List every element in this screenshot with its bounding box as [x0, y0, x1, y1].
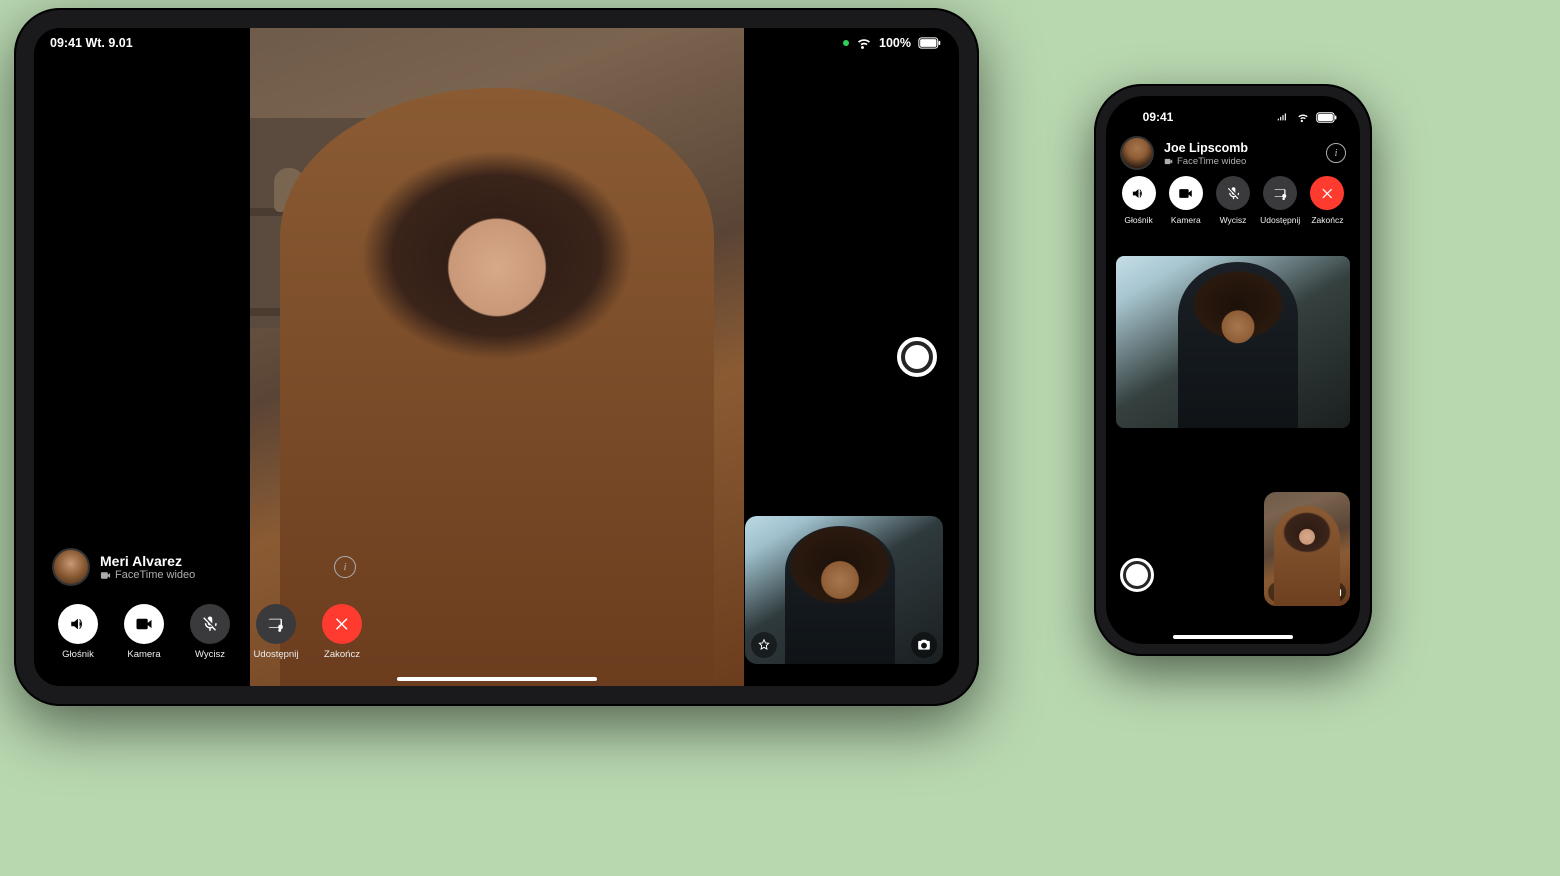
home-indicator[interactable] — [1173, 635, 1293, 639]
caller-avatar — [52, 548, 90, 586]
camera-flip-icon — [1331, 587, 1342, 598]
mic-off-icon — [201, 615, 219, 633]
ipad-screen: 09:41 Wt. 9.01 100% Meri Alvarez FaceTim… — [34, 28, 959, 686]
star-icon — [1273, 587, 1284, 598]
share-button[interactable]: Udostępnij — [250, 604, 302, 660]
camera-button[interactable]: Kamera — [118, 604, 170, 660]
battery-percent: 100% — [879, 36, 911, 50]
share-button[interactable]: Udostępnij — [1260, 176, 1301, 225]
mute-button[interactable]: Wycisz — [184, 604, 236, 660]
close-icon — [1320, 186, 1335, 201]
info-button[interactable]: i — [1326, 143, 1346, 163]
effects-button[interactable] — [1268, 582, 1288, 602]
camera-flip-icon — [917, 638, 931, 652]
call-subtitle: FaceTime wideo — [1177, 157, 1246, 167]
caller-name: Joe Lipscomb — [1164, 141, 1248, 155]
ipad-status-bar: 09:41 Wt. 9.01 100% — [34, 28, 959, 54]
info-button[interactable]: i — [334, 556, 356, 578]
status-time: 09:41 — [1128, 110, 1188, 124]
remote-video-feed — [1116, 256, 1350, 428]
caller-name: Meri Alvarez — [100, 553, 195, 569]
live-photo-shutter[interactable] — [897, 337, 937, 377]
speaker-icon — [1131, 186, 1146, 201]
camera-button[interactable]: Kamera — [1165, 176, 1206, 225]
flip-camera-button[interactable] — [1326, 582, 1346, 602]
effects-button[interactable] — [751, 632, 777, 658]
remote-video-feed — [250, 28, 744, 686]
live-photo-shutter[interactable] — [1120, 558, 1154, 592]
self-view-pip[interactable] — [1264, 492, 1350, 606]
call-controls: Głośnik Kamera Wycisz Udostępnij Zakończ — [1118, 176, 1348, 225]
end-call-button[interactable]: Zakończ — [316, 604, 368, 660]
caller-avatar — [1120, 136, 1154, 170]
shareplay-icon — [1273, 186, 1288, 201]
home-indicator[interactable] — [397, 677, 597, 681]
dynamic-island — [1190, 106, 1276, 132]
flip-camera-button[interactable] — [911, 632, 937, 658]
battery-icon — [917, 37, 943, 49]
self-view-pip[interactable] — [745, 516, 943, 664]
end-call-button[interactable]: Zakończ — [1307, 176, 1348, 225]
speaker-icon — [69, 615, 87, 633]
call-info[interactable]: Meri Alvarez FaceTime wideo — [52, 548, 195, 586]
star-icon — [757, 638, 771, 652]
shareplay-icon — [267, 615, 285, 633]
iphone-screen: 09:41 Joe Lipscomb FaceTime wideo — [1106, 96, 1360, 644]
call-subtitle: FaceTime wideo — [115, 569, 195, 582]
wifi-icon — [855, 34, 873, 52]
battery-icon — [1316, 112, 1338, 123]
call-controls: Głośnik Kamera Wycisz Udostępnij Zakończ — [52, 604, 368, 660]
cellular-icon — [1276, 110, 1290, 125]
mute-button[interactable]: Wycisz — [1212, 176, 1253, 225]
camera-indicator-dot — [843, 40, 849, 46]
video-icon — [135, 615, 153, 633]
speaker-button[interactable]: Głośnik — [1118, 176, 1159, 225]
speaker-button[interactable]: Głośnik — [52, 604, 104, 660]
video-icon — [1178, 186, 1193, 201]
video-icon — [100, 570, 111, 581]
video-icon — [1164, 157, 1173, 166]
mic-off-icon — [1226, 186, 1241, 201]
close-icon — [333, 615, 351, 633]
call-info[interactable]: Joe Lipscomb FaceTime wideo i — [1120, 136, 1346, 170]
iphone-device: 09:41 Joe Lipscomb FaceTime wideo — [1094, 84, 1372, 656]
wifi-icon — [1296, 110, 1310, 125]
status-time-date: 09:41 Wt. 9.01 — [50, 36, 133, 50]
ipad-device: 09:41 Wt. 9.01 100% Meri Alvarez FaceTim… — [14, 8, 979, 706]
